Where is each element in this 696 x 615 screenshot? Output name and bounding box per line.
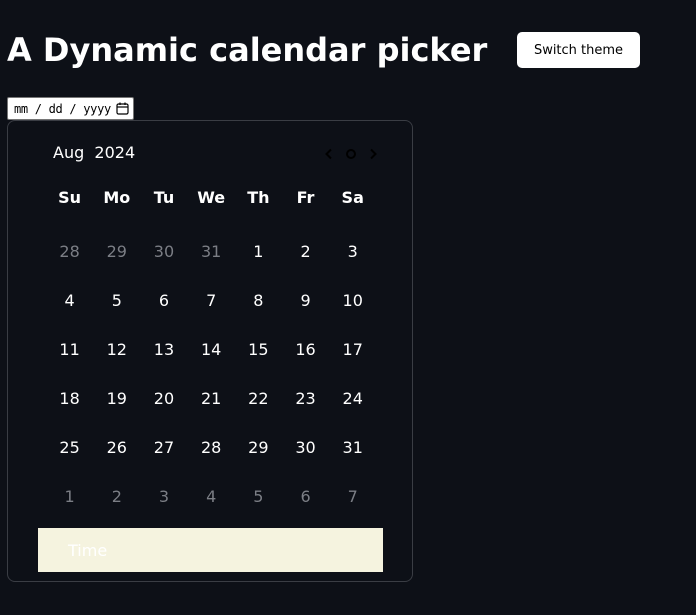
- time-label: Time: [68, 540, 108, 560]
- switch-theme-button[interactable]: Switch theme: [517, 32, 640, 68]
- month-year-label[interactable]: Aug 2024: [53, 143, 135, 162]
- calendar-day[interactable]: 23: [282, 374, 329, 423]
- calendar-day[interactable]: 29: [235, 423, 282, 472]
- weekday-label: Fr: [296, 188, 315, 207]
- calendar-picker: Aug 2024 Su Mo Tu We Th Fr Sa 28 29 30 31 1 2…: [7, 120, 413, 582]
- calendar-day[interactable]: 5: [93, 276, 140, 325]
- calendar-day[interactable]: 13: [140, 325, 187, 374]
- page-title: A Dynamic calendar picker: [7, 31, 488, 69]
- calendar-day[interactable]: 31: [329, 423, 376, 472]
- calendar-day[interactable]: 28: [188, 423, 235, 472]
- calendar-day[interactable]: 25: [46, 423, 93, 472]
- time-selector[interactable]: Time: [38, 528, 383, 572]
- calendar-day-outside-month[interactable]: 2: [93, 472, 140, 521]
- calendar-day[interactable]: 30: [282, 423, 329, 472]
- calendar-day-outside-month[interactable]: 6: [282, 472, 329, 521]
- calendar-day[interactable]: 14: [188, 325, 235, 374]
- month-navigation: [320, 145, 382, 163]
- year-label: 2024: [94, 143, 136, 162]
- calendar-day[interactable]: 21: [188, 374, 235, 423]
- calendar-week-row: 1234567: [46, 472, 376, 521]
- calendar-day[interactable]: 17: [329, 325, 376, 374]
- chevron-right-icon[interactable]: [364, 145, 382, 163]
- calendar-day[interactable]: 2: [282, 227, 329, 276]
- calendar-day-outside-month[interactable]: 31: [188, 227, 235, 276]
- weekday-label: Mo: [103, 188, 131, 207]
- calendar-day[interactable]: 3: [329, 227, 376, 276]
- weekday-label: Su: [58, 188, 82, 207]
- calendar-day-outside-month[interactable]: 4: [188, 472, 235, 521]
- calendar-day[interactable]: 12: [93, 325, 140, 374]
- calendar-day-outside-month[interactable]: 5: [235, 472, 282, 521]
- calendar-week-row: 4 5 6 7 8 9 10: [46, 276, 376, 325]
- calendar-day[interactable]: 26: [93, 423, 140, 472]
- calendar-day-outside-month[interactable]: 3: [140, 472, 187, 521]
- calendar-day[interactable]: 18: [46, 374, 93, 423]
- calendar-day[interactable]: 20: [140, 374, 187, 423]
- weekday-label: Th: [247, 188, 270, 207]
- calendar-day-outside-month[interactable]: 1: [46, 472, 93, 521]
- date-input[interactable]: mm / dd / yyyy: [7, 97, 134, 120]
- month-label: Aug: [53, 143, 85, 162]
- weekday-label: We: [197, 188, 226, 207]
- weekday-label: Tu: [153, 188, 175, 207]
- calendar-day[interactable]: 4: [46, 276, 93, 325]
- page-header: A Dynamic calendar picker: [7, 28, 487, 72]
- calendar-day[interactable]: 9: [282, 276, 329, 325]
- calendar-week-row: 18 19 20 21 22 23 24: [46, 374, 376, 423]
- chevron-left-icon[interactable]: [320, 145, 338, 163]
- calendar-week-row: 28 29 30 31 1 2 3: [46, 227, 376, 276]
- calendar-day[interactable]: 15: [235, 325, 282, 374]
- weekday-label: Sa: [341, 188, 364, 207]
- date-input-placeholder: mm / dd / yyyy: [14, 101, 111, 116]
- calendar-day[interactable]: 7: [188, 276, 235, 325]
- calendar-day-outside-month[interactable]: 28: [46, 227, 93, 276]
- calendar-week-row: 11 12 13 14 15 16 17: [46, 325, 376, 374]
- calendar-day[interactable]: 11: [46, 325, 93, 374]
- calendar-day[interactable]: 27: [140, 423, 187, 472]
- calendar-day-outside-month[interactable]: 7: [329, 472, 376, 521]
- calendar-day[interactable]: 10: [329, 276, 376, 325]
- calendar-day[interactable]: 8: [235, 276, 282, 325]
- calendar-day[interactable]: 1: [235, 227, 282, 276]
- circle-today-icon[interactable]: [342, 145, 360, 163]
- calendar-icon[interactable]: [115, 102, 129, 116]
- calendar-grid: Su Mo Tu We Th Fr Sa 28 29 30 31 1 2 3 4 5 6 7 8 9 10…: [46, 186, 376, 521]
- calendar-day-outside-month[interactable]: 30: [140, 227, 187, 276]
- calendar-day[interactable]: 24: [329, 374, 376, 423]
- calendar-week-row: 25 26 27 28 29 30 31: [46, 423, 376, 472]
- calendar-day[interactable]: 19: [93, 374, 140, 423]
- calendar-day-outside-month[interactable]: 29: [93, 227, 140, 276]
- calendar-day[interactable]: 16: [282, 325, 329, 374]
- weeks-container: 28 29 30 31 1 2 3 4 5 6 7 8 9 10 11 12 13 14 15 16 17 18 19 20 2…: [46, 227, 376, 521]
- calendar-day[interactable]: 6: [140, 276, 187, 325]
- calendar-day[interactable]: 22: [235, 374, 282, 423]
- weekday-header-row: Su Mo Tu We Th Fr Sa: [46, 186, 376, 210]
